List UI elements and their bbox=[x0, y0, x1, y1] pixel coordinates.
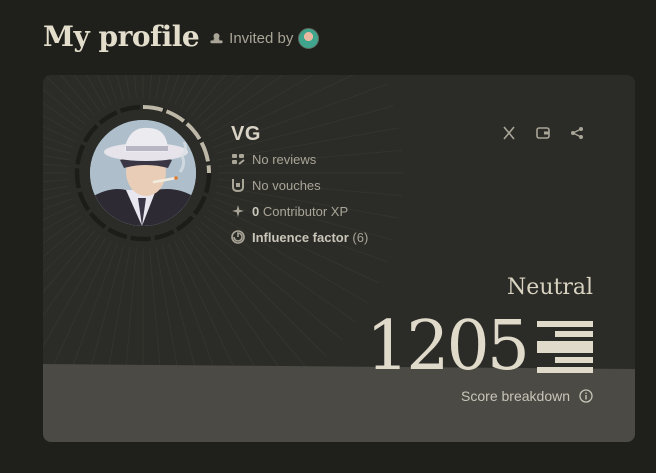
xp-stat[interactable]: 0 Contributor XP bbox=[231, 198, 368, 224]
profile-actions bbox=[501, 125, 585, 141]
influence-label: Influence factor bbox=[252, 229, 349, 245]
reviews-stat[interactable]: No reviews bbox=[231, 146, 368, 172]
avatar-with-score-ring[interactable] bbox=[73, 103, 213, 243]
vouches-stat[interactable]: No vouches bbox=[231, 172, 368, 198]
score-breakdown-button[interactable]: Score breakdown bbox=[461, 388, 593, 404]
invited-by: Invited by bbox=[209, 27, 320, 49]
score-value: 1205 bbox=[365, 307, 530, 386]
inviter-avatar[interactable] bbox=[298, 27, 320, 49]
username: VG bbox=[231, 123, 261, 145]
hat-icon bbox=[210, 32, 223, 43]
influence-stat[interactable]: Influence factor (6) bbox=[231, 224, 368, 250]
vouch-icon bbox=[232, 179, 244, 192]
profile-info: VG No reviews No vouches 0 Contributor X… bbox=[231, 123, 368, 250]
vouches-text: No vouches bbox=[252, 177, 321, 193]
wallet-button[interactable] bbox=[535, 125, 551, 141]
score-breakdown-label: Score breakdown bbox=[461, 388, 570, 404]
share-button[interactable] bbox=[569, 125, 585, 141]
score-level: Neutral bbox=[507, 275, 593, 300]
influence-value: (6) bbox=[352, 229, 369, 245]
avatar bbox=[90, 120, 196, 226]
info-icon[interactable] bbox=[579, 389, 593, 403]
xp-label: Contributor XP bbox=[262, 203, 349, 219]
page-title: My profile bbox=[43, 19, 200, 53]
reviews-icon bbox=[232, 154, 245, 165]
invited-by-label: Invited by bbox=[229, 29, 294, 47]
wallet-icon bbox=[536, 127, 550, 139]
x-logo-icon bbox=[503, 126, 515, 140]
sparkle-icon bbox=[232, 205, 244, 217]
profile-card: VG No reviews No vouches 0 Contributor X… bbox=[43, 75, 635, 442]
page-header: My profile Invited by bbox=[43, 18, 320, 54]
influence-icon bbox=[231, 230, 245, 244]
score-level-icon bbox=[537, 321, 593, 373]
xp-value: 0 bbox=[252, 203, 260, 219]
score-display: 1205 bbox=[366, 311, 593, 383]
reviews-text: No reviews bbox=[252, 151, 317, 167]
share-icon bbox=[571, 127, 583, 139]
x-link-button[interactable] bbox=[501, 125, 517, 141]
